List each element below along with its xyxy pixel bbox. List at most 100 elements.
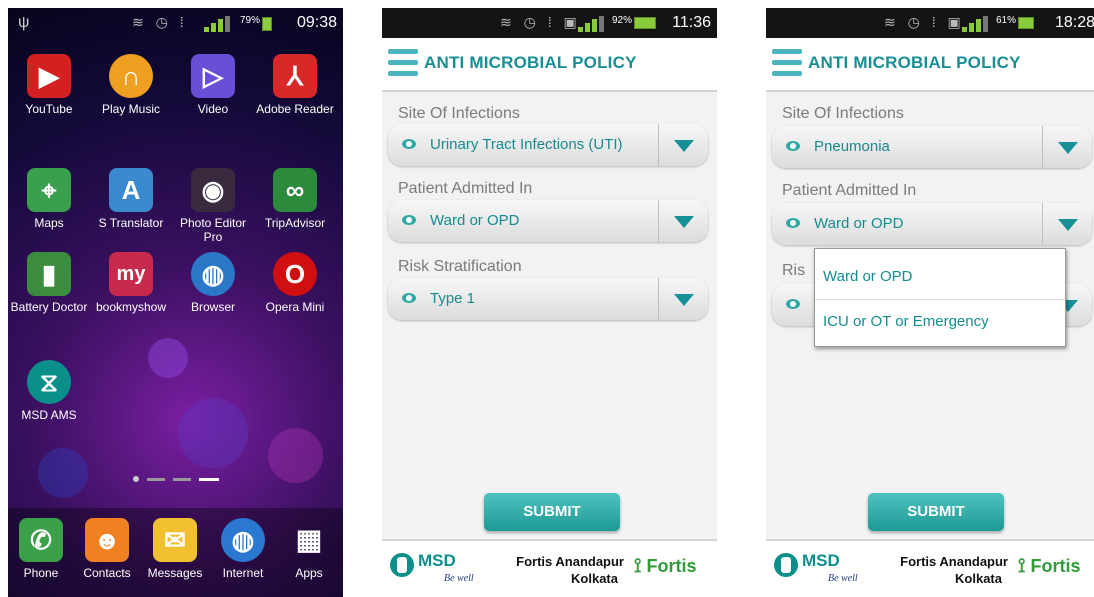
fortis-logo-text: Fortis bbox=[646, 556, 697, 576]
dropdown-menu: Ward or OPD ICU or OT or Emergency bbox=[814, 248, 1066, 347]
divider bbox=[1042, 126, 1043, 168]
dock-internet[interactable]: ◍ Internet bbox=[210, 518, 276, 580]
fortis-mark-icon: ⟟ bbox=[634, 555, 642, 577]
menu-icon[interactable] bbox=[772, 49, 802, 77]
app-label: Battery Doctor bbox=[10, 300, 88, 314]
admitted-label: Patient Admitted In bbox=[782, 182, 917, 199]
divider bbox=[658, 278, 659, 320]
app-youtube[interactable]: ▶ YouTube bbox=[8, 54, 90, 116]
status-icons: ≋ ◷ ⁞ ▣ bbox=[500, 14, 581, 30]
battery-icon bbox=[262, 17, 272, 31]
site-select[interactable]: Pneumonia bbox=[772, 126, 1092, 168]
opera-icon: O bbox=[273, 252, 317, 296]
dock-phone[interactable]: ✆ Phone bbox=[8, 518, 74, 580]
eye-icon bbox=[402, 293, 416, 303]
grid-icon: ▦ bbox=[295, 524, 323, 555]
app-photo-editor-pro[interactable]: ◉ Photo Editor Pro bbox=[172, 168, 254, 244]
app-label: Adobe Reader bbox=[256, 102, 334, 116]
risk-select[interactable]: Type 1 bbox=[388, 278, 708, 320]
status-bar: ≋ ◷ ⁞ ▣ 61% 18:28 bbox=[766, 8, 1094, 38]
admitted-value: Ward or OPD bbox=[814, 215, 904, 232]
submit-button[interactable]: SUBMIT bbox=[484, 493, 620, 531]
battery-percent: 92% bbox=[612, 15, 633, 26]
globe-icon: ◍ bbox=[221, 518, 265, 562]
app-video[interactable]: ▷ Video bbox=[172, 54, 254, 116]
app-msd-ams[interactable]: ⧖ MSD AMS bbox=[8, 360, 90, 422]
app-header: ANTI MICROBIAL POLICY bbox=[382, 38, 717, 92]
dropdown-option-icu[interactable]: ICU or OT or Emergency bbox=[823, 313, 989, 330]
battery-icon bbox=[634, 17, 656, 29]
app-bookmyshow[interactable]: my bookmyshow bbox=[90, 252, 172, 314]
submit-button[interactable]: SUBMIT bbox=[868, 493, 1004, 531]
app-label: YouTube bbox=[25, 102, 73, 116]
dock: ✆ Phone ☻ Contacts ✉ Messages ◍ Internet… bbox=[8, 508, 343, 597]
battery-icon bbox=[1018, 17, 1034, 29]
hospital-name: Fortis Anandapur Kolkata bbox=[494, 553, 624, 587]
app-label: S Translator bbox=[98, 216, 164, 230]
divider bbox=[658, 124, 659, 166]
eye-icon bbox=[402, 215, 416, 225]
app-play-music[interactable]: ∩ Play Music bbox=[90, 54, 172, 116]
hospital-line1: Fortis Anandapur bbox=[900, 554, 1008, 569]
footer: MSD Be well Fortis Anandapur Kolkata ⟟ Fo… bbox=[766, 539, 1094, 597]
phone-icon: ✆ bbox=[19, 518, 63, 562]
admitted-select[interactable]: Ward or OPD bbox=[772, 203, 1092, 245]
ticket-icon: my bbox=[109, 252, 153, 296]
app-label: Apps bbox=[295, 566, 323, 580]
app-label: TripAdvisor bbox=[264, 216, 326, 230]
app-label: Internet bbox=[222, 566, 264, 580]
app-browser[interactable]: ◍ Browser bbox=[172, 252, 254, 314]
fortis-mark-icon: ⟟ bbox=[1018, 555, 1026, 577]
youtube-icon: ▶ bbox=[27, 54, 71, 98]
app-header: ANTI MICROBIAL POLICY bbox=[766, 38, 1094, 92]
msd-logo-icon bbox=[390, 553, 414, 577]
risk-value: Type 1 bbox=[430, 290, 476, 307]
app-adobe-reader[interactable]: ⅄ Adobe Reader bbox=[254, 54, 336, 116]
status-bar: ψ ≋ ◷ ⁞ 79% 09:38 bbox=[8, 8, 343, 38]
pdf-icon: ⅄ bbox=[273, 54, 317, 98]
dock-contacts[interactable]: ☻ Contacts bbox=[74, 518, 140, 580]
eye-icon bbox=[786, 218, 800, 228]
app-label: Browser bbox=[190, 300, 235, 314]
dropdown-arrow-icon[interactable] bbox=[674, 294, 694, 306]
dropdown-arrow-icon[interactable] bbox=[1058, 219, 1078, 231]
app-label: Opera Mini bbox=[265, 300, 325, 314]
dock-messages[interactable]: ✉ Messages bbox=[140, 518, 210, 580]
form-screen: ≋ ◷ ⁞ ▣ 92% 11:36 ANTI MICROBIAL POLICY … bbox=[382, 8, 717, 597]
admitted-select[interactable]: Ward or OPD bbox=[388, 200, 708, 242]
msd-logo-icon bbox=[774, 553, 798, 577]
wallpaper-bokeh bbox=[148, 338, 188, 378]
divider bbox=[658, 200, 659, 242]
msd-tagline: Be well bbox=[828, 573, 858, 584]
app-opera-mini[interactable]: O Opera Mini bbox=[254, 252, 336, 314]
status-icons: ≋ ◷ ⁞ bbox=[132, 14, 188, 30]
site-value: Pneumonia bbox=[814, 138, 890, 155]
battery-icon: ▮ bbox=[27, 252, 71, 296]
site-label: Site Of Infections bbox=[782, 105, 904, 122]
app-s-translator[interactable]: A S Translator bbox=[90, 168, 172, 230]
menu-icon[interactable] bbox=[388, 49, 418, 77]
app-maps[interactable]: ⌖ Maps bbox=[8, 168, 90, 230]
hospital-line2: Kolkata bbox=[571, 571, 618, 586]
dropdown-arrow-icon[interactable] bbox=[674, 140, 694, 152]
fortis-logo: ⟟ Fortis bbox=[1018, 555, 1080, 578]
map-icon: ⌖ bbox=[27, 168, 71, 212]
msd-tagline: Be well bbox=[444, 573, 474, 584]
app-label: Contacts bbox=[83, 566, 131, 580]
usb-icon: ψ bbox=[18, 14, 30, 31]
dropdown-arrow-icon[interactable] bbox=[1058, 142, 1078, 154]
page-title: ANTI MICROBIAL POLICY bbox=[808, 53, 1021, 72]
app-battery-doctor[interactable]: ▮ Battery Doctor bbox=[8, 252, 90, 314]
admitted-value: Ward or OPD bbox=[430, 212, 520, 229]
divider bbox=[815, 299, 1065, 300]
clock: 09:38 bbox=[296, 14, 337, 31]
eye-icon bbox=[786, 141, 800, 151]
wallpaper-bokeh bbox=[38, 448, 88, 498]
contacts-icon: ☻ bbox=[85, 518, 129, 562]
globe-icon: ◍ bbox=[191, 252, 235, 296]
dropdown-arrow-icon[interactable] bbox=[674, 216, 694, 228]
site-select[interactable]: Urinary Tract Infections (UTI) bbox=[388, 124, 708, 166]
dropdown-option-ward[interactable]: Ward or OPD bbox=[823, 268, 912, 285]
app-tripadvisor[interactable]: ∞ TripAdvisor bbox=[254, 168, 336, 230]
dock-apps[interactable]: ▦ Apps bbox=[276, 518, 342, 581]
